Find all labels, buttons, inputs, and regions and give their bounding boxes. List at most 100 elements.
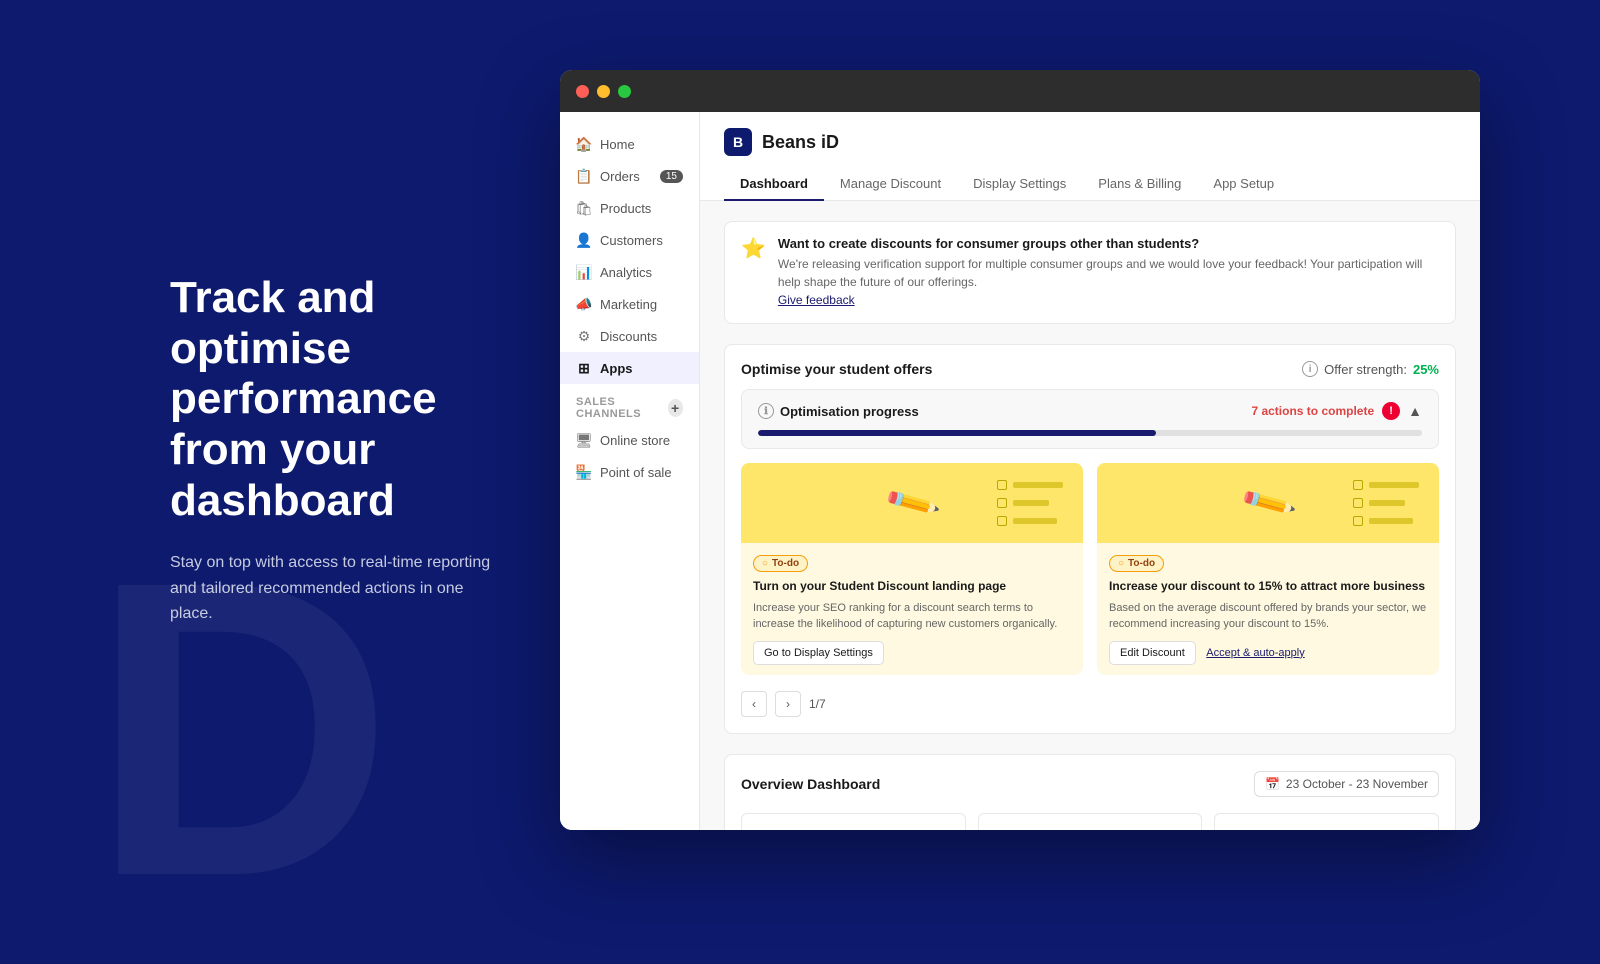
card-title-1: Turn on your Student Discount landing pa…	[753, 578, 1071, 595]
stat-users-without-order: Verified users without an order 0	[1214, 813, 1439, 830]
todo-card-2: ✏️ To-do Increase your discount to 15% t…	[1097, 463, 1439, 675]
app-title: Beans iD	[762, 132, 839, 153]
feedback-heading: Want to create discounts for consumer gr…	[778, 236, 1439, 251]
sidebar-item-label: Analytics	[600, 265, 652, 280]
optimise-section: Optimise your student offers i Offer str…	[724, 344, 1456, 734]
browser-dot-green	[618, 85, 631, 98]
feedback-icon: ⭐	[741, 236, 766, 261]
progress-info-icon: ℹ	[758, 403, 774, 419]
progress-row: ℹ Optimisation progress 7 actions to com…	[741, 389, 1439, 449]
content-area: ⭐ Want to create discounts for consumer …	[700, 201, 1480, 830]
card-body-1: To-do Turn on your Student Discount land…	[741, 543, 1083, 675]
hero-heading: Track and optimise performance from your…	[170, 273, 510, 526]
sidebar-item-label: Marketing	[600, 297, 657, 312]
offer-strength-label: Offer strength:	[1324, 362, 1407, 377]
todo-badge-2: To-do	[1109, 555, 1164, 572]
optimise-header: Optimise your student offers i Offer str…	[741, 361, 1439, 377]
pencil-icon-2: ✏️	[1238, 474, 1298, 533]
todo-card-1: ✏️ To-do Turn on your Student Discount l…	[741, 463, 1083, 675]
main-content: B Beans iD Dashboard Manage Discount Dis…	[700, 112, 1480, 830]
sidebar-item-analytics[interactable]: 📊 Analytics	[560, 256, 699, 288]
browser-dot-yellow	[597, 85, 610, 98]
card-primary-btn-2[interactable]: Edit Discount	[1109, 641, 1196, 665]
stat-orders-label: Orders	[995, 828, 1186, 830]
progress-bar-fill	[758, 430, 1156, 436]
overview-title: Overview Dashboard	[741, 776, 880, 792]
sidebar-item-orders[interactable]: 📋 Orders 15	[560, 160, 699, 192]
stats-row: Unique verified users 0 Orders 0 Verifie…	[741, 813, 1439, 830]
cards-row: ✏️ To-do Turn on your Student Discount l…	[741, 463, 1439, 675]
card-lines-1	[997, 480, 1063, 526]
progress-label: ℹ Optimisation progress	[758, 403, 919, 419]
marketing-icon: 📣	[576, 296, 592, 312]
stat-unique-users-label: Unique verified users	[758, 828, 949, 830]
feedback-link[interactable]: Give feedback	[778, 293, 855, 307]
tab-manage-discount[interactable]: Manage Discount	[824, 168, 957, 201]
card-lines-2	[1353, 480, 1419, 526]
collapse-icon[interactable]: ▲	[1408, 403, 1422, 419]
sidebar-item-label: Discounts	[600, 329, 657, 344]
card-title-2: Increase your discount to 15% to attract…	[1109, 578, 1427, 595]
progress-actions: 7 actions to complete ! ▲	[1251, 402, 1422, 420]
sales-channels-label: SALES CHANNELS +	[560, 384, 699, 424]
sidebar-item-point-of-sale[interactable]: 🏪 Point of sale	[560, 456, 699, 488]
date-range-btn[interactable]: 📅 23 October - 23 November	[1254, 771, 1439, 797]
tab-display-settings[interactable]: Display Settings	[957, 168, 1082, 201]
home-icon: 🏠	[576, 136, 592, 152]
stat-unique-users: Unique verified users 0	[741, 813, 966, 830]
card-illustration-2: ✏️	[1097, 463, 1439, 543]
pagination-row: ‹ › 1/7	[741, 687, 1439, 717]
pencil-icon-1: ✏️	[882, 474, 942, 533]
card-body-text-2: Based on the average discount offered by…	[1109, 600, 1427, 633]
tab-dashboard[interactable]: Dashboard	[724, 168, 824, 201]
tab-app-setup[interactable]: App Setup	[1197, 168, 1290, 201]
page-indicator: 1/7	[809, 697, 826, 711]
hero-subtext: Stay on top with access to real-time rep…	[170, 550, 510, 627]
apps-icon: ⊞	[576, 360, 592, 376]
sidebar-item-products[interactable]: 🛍 Products	[560, 192, 699, 224]
sidebar-item-label: Online store	[600, 433, 670, 448]
sidebar-item-marketing[interactable]: 📣 Marketing	[560, 288, 699, 320]
point-of-sale-icon: 🏪	[576, 464, 592, 480]
progress-header: ℹ Optimisation progress 7 actions to com…	[758, 402, 1422, 420]
sidebar-item-label: Customers	[600, 233, 663, 248]
sidebar-item-home[interactable]: 🏠 Home	[560, 128, 699, 160]
discounts-icon: ⚙	[576, 328, 592, 344]
action-dot: !	[1382, 402, 1400, 420]
online-store-icon: 🖥	[576, 432, 592, 448]
overview-section: Overview Dashboard 📅 23 October - 23 Nov…	[724, 754, 1456, 830]
app-layout: 🏠 Home 📋 Orders 15 🛍 Products 👤 Customer…	[560, 112, 1480, 830]
sidebar-item-label: Home	[600, 137, 635, 152]
products-icon: 🛍	[576, 200, 592, 216]
nav-tabs: Dashboard Manage Discount Display Settin…	[724, 168, 1456, 200]
add-channel-btn[interactable]: +	[668, 399, 683, 417]
orders-badge: 15	[660, 170, 683, 183]
card-secondary-link-2[interactable]: Accept & auto-apply	[1206, 647, 1304, 659]
progress-bar-track	[758, 430, 1422, 436]
calendar-icon: 📅	[1265, 777, 1280, 791]
feedback-body: We're releasing verification support for…	[778, 255, 1439, 291]
card-primary-btn-1[interactable]: Go to Display Settings	[753, 641, 884, 665]
next-page-btn[interactable]: ›	[775, 691, 801, 717]
offer-strength-pct: 25%	[1413, 362, 1439, 377]
sidebar-item-online-store[interactable]: 🖥 Online store	[560, 424, 699, 456]
sidebar-item-discounts[interactable]: ⚙ Discounts	[560, 320, 699, 352]
sidebar-item-label: Apps	[600, 361, 633, 376]
date-range-label: 23 October - 23 November	[1286, 777, 1428, 791]
overview-header: Overview Dashboard 📅 23 October - 23 Nov…	[741, 771, 1439, 797]
app-header: B Beans iD Dashboard Manage Discount Dis…	[700, 112, 1480, 201]
tab-plans-billing[interactable]: Plans & Billing	[1082, 168, 1197, 201]
feedback-text: Want to create discounts for consumer gr…	[778, 236, 1439, 309]
offer-strength: i Offer strength: 25%	[1302, 361, 1439, 377]
browser-window: 🏠 Home 📋 Orders 15 🛍 Products 👤 Customer…	[560, 70, 1480, 830]
sidebar-item-customers[interactable]: 👤 Customers	[560, 224, 699, 256]
app-title-row: B Beans iD	[724, 128, 1456, 156]
todo-badge-1: To-do	[753, 555, 808, 572]
browser-dot-red	[576, 85, 589, 98]
optimise-title: Optimise your student offers	[741, 361, 932, 377]
prev-page-btn[interactable]: ‹	[741, 691, 767, 717]
left-panel: Track and optimise performance from your…	[120, 0, 560, 900]
sidebar-item-label: Point of sale	[600, 465, 672, 480]
sidebar-item-apps[interactable]: ⊞ Apps	[560, 352, 699, 384]
stat-orders: Orders 0	[978, 813, 1203, 830]
